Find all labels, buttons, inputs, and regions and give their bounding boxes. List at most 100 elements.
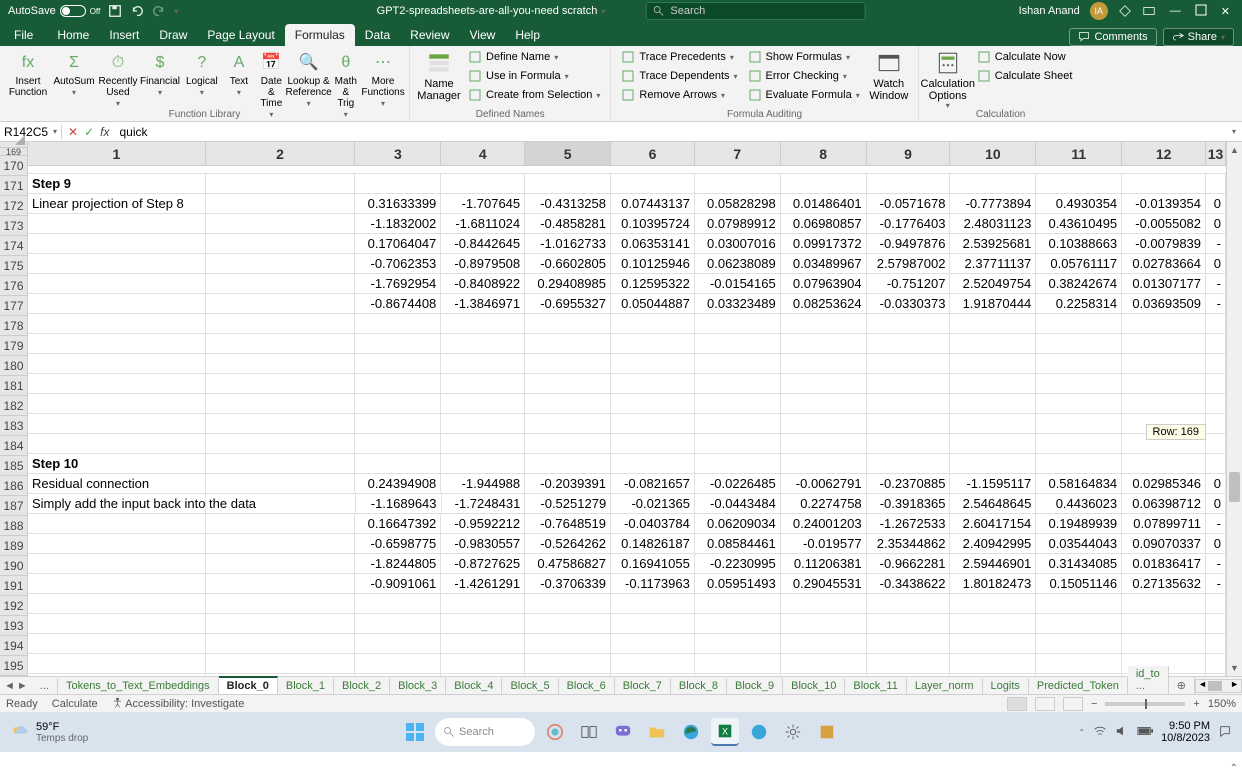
sheet-tab[interactable]: Block_4 [446, 678, 502, 694]
calculate-now-button[interactable]: Calculate Now [973, 48, 1077, 66]
column-header[interactable]: 12 [1122, 142, 1206, 165]
file-explorer-icon[interactable] [643, 718, 671, 746]
tray-chevron-icon[interactable]: ⌃ [1078, 728, 1085, 737]
sheet-tab[interactable]: Block_10 [783, 678, 845, 694]
grid-row[interactable]: Simply add the input back into the data-… [28, 494, 1226, 514]
grid-row[interactable] [28, 354, 1226, 374]
normal-view-button[interactable] [1007, 697, 1027, 711]
row-header[interactable]: 173 [0, 216, 27, 236]
grid-row[interactable] [28, 594, 1226, 614]
tab-insert[interactable]: Insert [99, 24, 149, 46]
grid-row[interactable]: 0.16647392-0.9592212-0.7648519-0.0403784… [28, 514, 1226, 534]
collapse-ribbon-icon[interactable]: ⌃ [1230, 763, 1238, 774]
sheet-tab[interactable]: Block_11 [845, 678, 906, 694]
remove-arrows-button[interactable]: Remove Arrows▾ [617, 86, 741, 104]
row-header[interactable]: 188 [0, 516, 27, 536]
grid-row[interactable] [28, 374, 1226, 394]
column-header[interactable]: 9 [867, 142, 951, 165]
zoom-level[interactable]: 150% [1208, 698, 1236, 710]
grid-row[interactable]: -1.7692954-0.84089220.294089850.12595322… [28, 274, 1226, 294]
comments-button[interactable]: Comments [1069, 28, 1156, 46]
autosave-toggle[interactable]: AutoSave Off [8, 5, 100, 17]
column-header[interactable]: 5 [525, 142, 611, 165]
user-name[interactable]: Ishan Anand [1019, 5, 1080, 17]
grid-row[interactable] [28, 334, 1226, 354]
row-header[interactable]: 175 [0, 256, 27, 276]
tab-help[interactable]: Help [505, 24, 550, 46]
row-header[interactable]: 174 [0, 236, 27, 256]
grid-row[interactable] [28, 414, 1226, 434]
sheet-tab[interactable]: Block_9 [727, 678, 783, 694]
share-button[interactable]: Share ▾ [1163, 28, 1234, 46]
zoom-out-button[interactable]: − [1091, 698, 1097, 710]
grid-row[interactable] [28, 314, 1226, 334]
excel-icon[interactable]: X [711, 718, 739, 746]
define-name-button[interactable]: Define Name▾ [464, 48, 604, 66]
redo-icon[interactable] [152, 4, 166, 18]
evaluate-formula-button[interactable]: Evaluate Formula▾ [744, 86, 864, 104]
sheet-tab[interactable]: Block_0 [219, 676, 278, 694]
row-header[interactable]: 172 [0, 196, 27, 216]
volume-icon[interactable] [1115, 724, 1129, 741]
save-icon[interactable] [108, 4, 122, 18]
search-input[interactable]: Search [645, 2, 865, 20]
column-header[interactable]: 1 [28, 142, 206, 165]
use-in-formula-button[interactable]: Use in Formula▾ [464, 67, 604, 85]
start-button[interactable] [401, 718, 429, 746]
grid-row[interactable] [28, 654, 1226, 674]
accept-formula-icon[interactable]: ✓ [84, 125, 94, 139]
tab-data[interactable]: Data [355, 24, 400, 46]
row-header[interactable]: 189 [0, 536, 27, 556]
grid-row[interactable]: Step 9 [28, 174, 1226, 194]
page-break-view-button[interactable] [1063, 697, 1083, 711]
expand-formula-bar-icon[interactable]: ▾ [1232, 127, 1242, 136]
grid-row[interactable]: -1.8244805-0.87276250.475868270.16941055… [28, 554, 1226, 574]
column-header[interactable]: 3 [355, 142, 441, 165]
notifications-icon[interactable] [1218, 724, 1232, 741]
spreadsheet-grid[interactable]: 1691701711721731741751761771781791801811… [0, 142, 1242, 676]
column-header[interactable]: 4 [441, 142, 525, 165]
grid-row[interactable] [28, 434, 1226, 454]
user-avatar[interactable]: IA [1090, 2, 1108, 20]
trace-precedents-button[interactable]: Trace Precedents▾ [617, 48, 741, 66]
document-title[interactable]: GPT2-spreadsheets-are-all-you-need scrat… [377, 5, 606, 17]
chat-icon[interactable] [609, 718, 637, 746]
tab-file[interactable]: File [0, 24, 47, 46]
sheet-tab[interactable]: Block_5 [502, 678, 558, 694]
row-header[interactable]: 183 [0, 416, 27, 436]
weather-widget[interactable]: 59°F Temps drop [10, 721, 88, 744]
close-icon[interactable]: ✕ [1217, 5, 1234, 18]
grid-row[interactable]: -0.7062353-0.8979508-0.66028050.10125946… [28, 254, 1226, 274]
copilot-icon[interactable] [541, 718, 569, 746]
trace-dependents-button[interactable]: Trace Dependents▾ [617, 67, 741, 85]
grid-row[interactable] [28, 634, 1226, 654]
sheet-tab[interactable]: Block_7 [615, 678, 671, 694]
tab-draw[interactable]: Draw [149, 24, 197, 46]
row-header[interactable]: 179 [0, 336, 27, 356]
wifi-icon[interactable] [1093, 724, 1107, 741]
row-header[interactable]: 194 [0, 636, 27, 656]
row-header[interactable]: 176 [0, 276, 27, 296]
row-header[interactable]: 181 [0, 376, 27, 396]
sheet-tab[interactable]: Logits [983, 678, 1029, 694]
row-header[interactable]: 187 [0, 496, 27, 516]
vertical-scrollbar[interactable]: ▲ ▼ [1226, 142, 1242, 676]
row-header[interactable]: 185 [0, 456, 27, 476]
maximize-icon[interactable] [1195, 4, 1207, 19]
column-header[interactable]: 10 [950, 142, 1036, 165]
diamond-icon[interactable] [1118, 4, 1132, 18]
sheet-tab[interactable]: Layer_norm [907, 678, 983, 694]
sheet-tab[interactable]: Block_3 [390, 678, 446, 694]
grid-row[interactable]: -0.9091061-1.4261291-0.3706339-0.1173963… [28, 574, 1226, 594]
row-header[interactable]: 182 [0, 396, 27, 416]
tab-view[interactable]: View [460, 24, 506, 46]
sheet-tab[interactable]: Block_2 [334, 678, 390, 694]
status-calculate[interactable]: Calculate [52, 698, 98, 710]
battery-icon[interactable] [1137, 726, 1153, 739]
sheet-tab[interactable]: Tokens_to_Text_Embeddings [58, 678, 219, 694]
column-header[interactable]: 6 [611, 142, 695, 165]
grid-row[interactable]: -1.1832002-1.6811024-0.48582810.10395724… [28, 214, 1226, 234]
row-header[interactable]: 192 [0, 596, 27, 616]
calculate-sheet-button[interactable]: Calculate Sheet [973, 67, 1077, 85]
settings-icon[interactable] [779, 718, 807, 746]
